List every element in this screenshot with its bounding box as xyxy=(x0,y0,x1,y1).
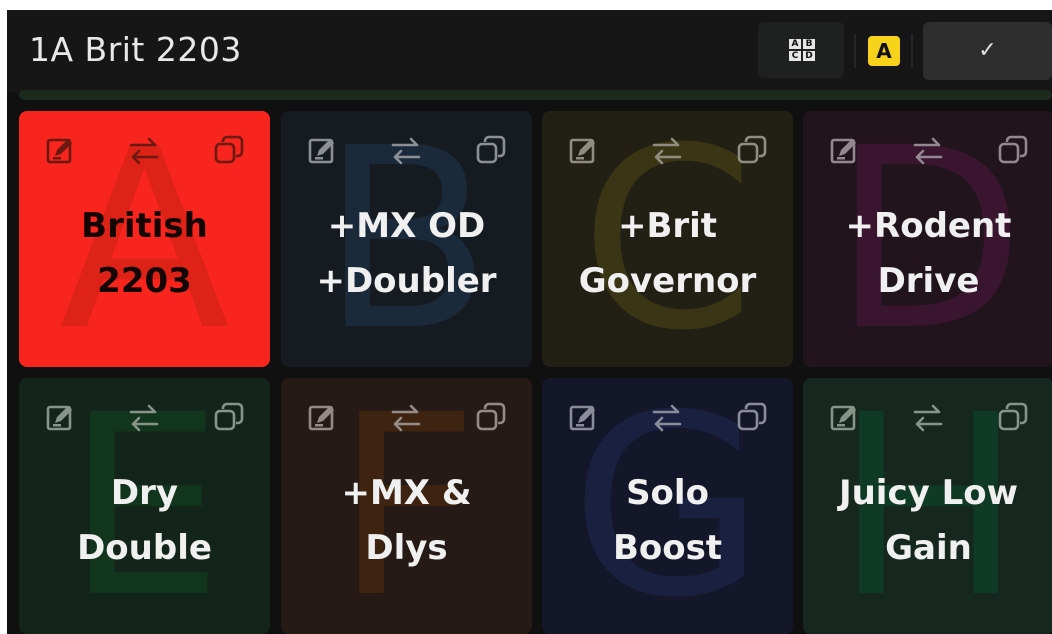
preset-tile-h[interactable]: H Juicy Low Gain xyxy=(803,378,1052,634)
preset-name: Juicy Low Gain xyxy=(838,473,1019,568)
swap-arrows-icon[interactable] xyxy=(911,133,945,167)
swap-arrows-icon[interactable] xyxy=(389,133,423,167)
swap-arrows-icon[interactable] xyxy=(650,400,684,434)
preset-tile-actions xyxy=(566,400,769,434)
edit-icon[interactable] xyxy=(305,133,339,167)
preset-tile-actions xyxy=(43,400,246,434)
preset-tile-actions xyxy=(305,400,508,434)
preset-tile-b[interactable]: B +MX OD +Doubler xyxy=(281,111,532,367)
preset-name: Dry Double xyxy=(77,473,212,568)
preset-tile-actions xyxy=(827,400,1030,434)
preset-name: +Rodent Drive xyxy=(845,206,1012,301)
copy-icon[interactable] xyxy=(474,133,508,167)
copy-icon[interactable] xyxy=(996,133,1030,167)
copy-icon[interactable] xyxy=(474,400,508,434)
preset-tile-a[interactable]: A British 2203 xyxy=(19,111,270,367)
swap-arrows-icon[interactable] xyxy=(389,400,423,434)
preset-tile-f[interactable]: F +MX & Dlys xyxy=(281,378,532,634)
edit-icon[interactable] xyxy=(43,400,77,434)
copy-icon[interactable] xyxy=(212,400,246,434)
swap-arrows-icon[interactable] xyxy=(127,400,161,434)
copy-icon[interactable] xyxy=(996,400,1030,434)
preset-tile-actions xyxy=(827,133,1030,167)
preset-name: +MX & Dlys xyxy=(341,473,472,568)
preset-screen: 1A Brit 2203 A B C D A ✓ A British 2203 B +… xyxy=(7,10,1052,634)
preset-name: +Brit Governor xyxy=(578,206,757,301)
preset-grid: A British 2203 B +MX OD +Doubler C +Brit Gove… xyxy=(7,10,1052,634)
preset-name: Solo Boost xyxy=(612,473,723,568)
preset-tile-actions xyxy=(566,133,769,167)
copy-icon[interactable] xyxy=(735,400,769,434)
edit-icon[interactable] xyxy=(827,400,861,434)
edit-icon[interactable] xyxy=(566,133,600,167)
edit-icon[interactable] xyxy=(305,400,339,434)
swap-arrows-icon[interactable] xyxy=(127,133,161,167)
preset-tile-d[interactable]: D +Rodent Drive xyxy=(803,111,1052,367)
swap-arrows-icon[interactable] xyxy=(911,400,945,434)
preset-tile-actions xyxy=(305,133,508,167)
edit-icon[interactable] xyxy=(43,133,77,167)
preset-name: British 2203 xyxy=(81,206,208,301)
preset-tile-c[interactable]: C +Brit Governor xyxy=(542,111,793,367)
preset-tile-e[interactable]: E Dry Double xyxy=(19,378,270,634)
copy-icon[interactable] xyxy=(212,133,246,167)
preset-tile-g[interactable]: G Solo Boost xyxy=(542,378,793,634)
edit-icon[interactable] xyxy=(827,133,861,167)
copy-icon[interactable] xyxy=(735,133,769,167)
preset-tile-actions xyxy=(43,133,246,167)
swap-arrows-icon[interactable] xyxy=(650,133,684,167)
edit-icon[interactable] xyxy=(566,400,600,434)
preset-name: +MX OD +Doubler xyxy=(316,206,497,301)
